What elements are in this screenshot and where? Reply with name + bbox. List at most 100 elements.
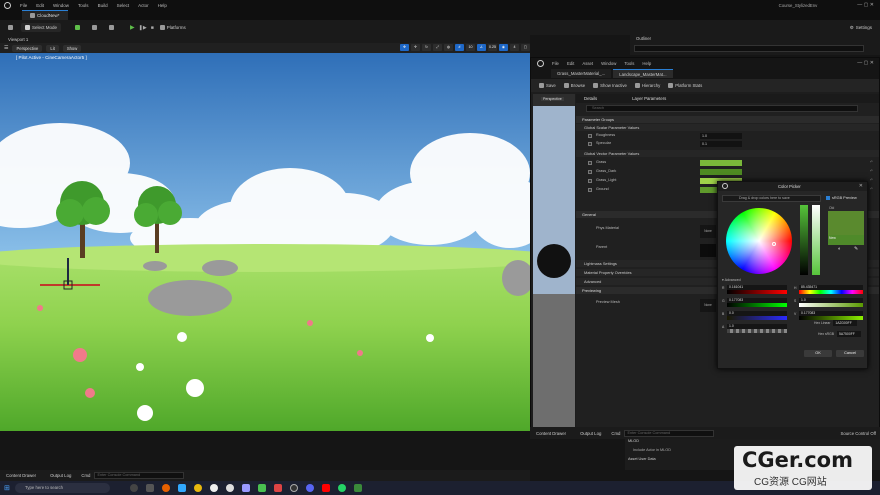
- hex-srgb-input[interactable]: 5A7500FF: [837, 331, 862, 337]
- grass-light-checkbox[interactable]: [588, 178, 592, 183]
- ground-reset-icon[interactable]: ↶: [870, 187, 873, 191]
- show-button[interactable]: Show: [62, 44, 82, 52]
- hamburger-icon[interactable]: ☰: [4, 45, 8, 51]
- app-icon[interactable]: [354, 484, 362, 492]
- settings-button[interactable]: ⚙ Settings: [850, 25, 872, 31]
- parameter-groups-header[interactable]: Parameter Groups: [576, 116, 879, 123]
- cmd-button[interactable]: Cmd: [81, 473, 90, 478]
- stop-icon[interactable]: ■: [151, 25, 154, 31]
- value-slider[interactable]: [800, 205, 808, 275]
- material-window-controls[interactable]: — ▢ ✕: [857, 60, 874, 66]
- phys-material-thumb[interactable]: None: [700, 225, 716, 238]
- platform-stats-button[interactable]: Platform Stats: [668, 83, 702, 88]
- layer-parameters-tab[interactable]: Layer Parameters: [632, 96, 666, 101]
- platforms-button[interactable]: Platforms: [159, 25, 186, 30]
- specular-value[interactable]: 0.1: [700, 141, 742, 147]
- grass-dark-checkbox[interactable]: [588, 169, 592, 174]
- grass-dark-swatch[interactable]: [700, 169, 742, 175]
- material-console-input[interactable]: Enter Console Command: [624, 429, 715, 437]
- grass-swatch[interactable]: [700, 160, 742, 166]
- tab-grass-material[interactable]: Grass_MasterMaterial_...: [551, 69, 612, 78]
- g-slider[interactable]: [727, 303, 787, 307]
- color-themes-dropdown[interactable]: Drag & drop colors here to save: [722, 195, 821, 202]
- menu-tools[interactable]: Tools: [78, 3, 89, 8]
- youtube-icon[interactable]: [322, 484, 330, 492]
- details-tab[interactable]: Details: [584, 96, 597, 101]
- menu-edit[interactable]: Edit: [36, 3, 44, 8]
- material-menu-window[interactable]: Window: [601, 61, 616, 66]
- viewport-tab[interactable]: Viewport 1: [8, 37, 28, 42]
- wheel-mode-icon[interactable]: ◐: [838, 246, 841, 252]
- scalar-header[interactable]: Global Scalar Parameter Values: [576, 124, 879, 131]
- s-value[interactable]: 1.0: [799, 298, 863, 303]
- rotate-icon[interactable]: ↻: [422, 44, 431, 51]
- scale-icon[interactable]: ⤢: [433, 44, 442, 51]
- preview-mesh-thumb[interactable]: None: [700, 299, 716, 312]
- outliner-tab[interactable]: Outliner: [636, 36, 651, 41]
- roughness-checkbox[interactable]: [588, 133, 592, 138]
- discord-icon[interactable]: [306, 484, 314, 492]
- material-menu-asset[interactable]: Asset: [582, 61, 593, 66]
- material-preview[interactable]: Perspective: [533, 94, 575, 430]
- scale-snap-value[interactable]: 0.25: [488, 44, 497, 51]
- source-control-status[interactable]: Source Control Off: [840, 431, 876, 436]
- srgb-checkbox[interactable]: [826, 196, 830, 200]
- eyedropper-icon[interactable]: ✎: [854, 246, 858, 252]
- s-slider[interactable]: [799, 303, 863, 307]
- save-icon[interactable]: [8, 25, 13, 30]
- grass-dark-reset-icon[interactable]: ↶: [870, 169, 873, 173]
- taskbar-search[interactable]: Type here to search: [15, 483, 110, 493]
- cinematics-icon[interactable]: [109, 25, 115, 30]
- whatsapp-icon[interactable]: [338, 484, 346, 492]
- camera-speed-icon[interactable]: ◉: [499, 44, 508, 51]
- grass-reset-icon[interactable]: ↶: [870, 160, 873, 164]
- lit-button[interactable]: Lit: [46, 44, 59, 52]
- camera-speed-value[interactable]: 4: [510, 44, 519, 51]
- menu-actor[interactable]: Actor: [138, 3, 149, 8]
- material-cmd-button[interactable]: Cmd: [611, 431, 620, 436]
- hierarchy-button[interactable]: Hierarchy: [634, 83, 660, 88]
- roughness-value[interactable]: 1.0: [700, 133, 742, 139]
- console-input[interactable]: Enter Console Command: [94, 472, 185, 479]
- b-value[interactable]: 0.0: [727, 311, 787, 316]
- designer-icon[interactable]: [274, 484, 282, 492]
- select-icon[interactable]: ✥: [400, 44, 409, 51]
- menu-select[interactable]: Select: [117, 3, 130, 8]
- a-slider[interactable]: [727, 329, 787, 333]
- unreal-editor-icon[interactable]: [226, 484, 234, 492]
- photoshop-icon[interactable]: [178, 484, 186, 492]
- grid-snap-icon[interactable]: #: [455, 44, 464, 51]
- obs-icon[interactable]: [290, 484, 298, 492]
- firefox-icon[interactable]: [162, 484, 170, 492]
- premiere-icon[interactable]: [242, 484, 250, 492]
- v-value[interactable]: 0.177083: [799, 311, 863, 316]
- mlod-header[interactable]: MLOD: [628, 439, 639, 443]
- asset-user-data-header[interactable]: Asset User Data: [628, 457, 656, 461]
- specular-checkbox[interactable]: [588, 141, 592, 146]
- h-value[interactable]: 85.435471: [799, 285, 863, 290]
- details-search[interactable]: Search: [586, 105, 858, 112]
- b-slider[interactable]: [727, 316, 787, 320]
- h-slider[interactable]: [799, 290, 863, 294]
- color-picker-titlebar[interactable]: Color Picker ✕: [718, 182, 867, 191]
- unreal-icon[interactable]: [210, 484, 218, 492]
- tab-landscape-material[interactable]: Landscape_MasterMat...: [613, 69, 673, 78]
- grass-checkbox[interactable]: [588, 160, 592, 165]
- rotate-snap-icon[interactable]: ∠: [477, 44, 486, 51]
- step-icon[interactable]: ❚▶: [139, 25, 147, 31]
- ground-checkbox[interactable]: [588, 187, 592, 192]
- perspective-button[interactable]: Perspective: [12, 44, 43, 52]
- window-controls[interactable]: — ▢ ✕: [857, 2, 874, 8]
- material-menu-file[interactable]: File: [552, 61, 559, 66]
- hex-linear-input[interactable]: 1A2D00FF: [833, 320, 858, 326]
- level-tab[interactable]: CloudNew*: [22, 10, 68, 20]
- material-output-log-button[interactable]: Output Log: [580, 431, 601, 436]
- content-drawer-button[interactable]: Content Drawer: [6, 473, 36, 478]
- a-value[interactable]: 1.0: [727, 324, 787, 329]
- grass-light-reset-icon[interactable]: ↶: [870, 178, 873, 182]
- chrome-icon[interactable]: [194, 484, 202, 492]
- windows-start-icon[interactable]: ⊞: [4, 484, 10, 492]
- painter-icon[interactable]: [258, 484, 266, 492]
- translate-icon[interactable]: ✢: [411, 44, 420, 51]
- g-value[interactable]: 0.177083: [727, 298, 787, 303]
